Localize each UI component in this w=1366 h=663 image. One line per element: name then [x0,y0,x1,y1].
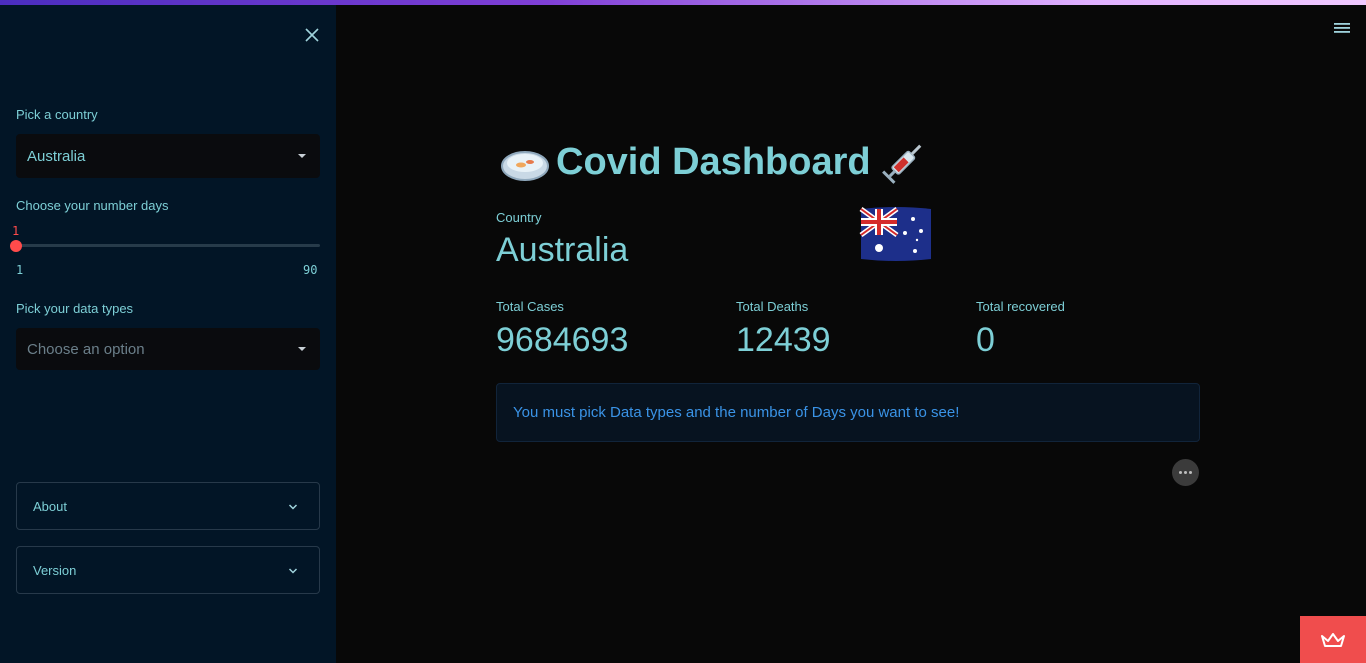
chevron-down-icon [288,568,298,574]
country-select-label: Pick a country [16,107,98,122]
datatypes-select-label: Pick your data types [16,301,134,316]
caret-down-icon [298,347,306,351]
chevron-down-icon [288,504,298,510]
caret-down-icon [298,154,306,158]
close-icon [305,28,319,42]
streamlit-badge-button[interactable] [1300,616,1366,663]
total-cases-label: Total Cases [496,299,564,314]
version-expander-label: Version [33,562,77,578]
dot-icon [1189,471,1192,474]
days-slider-min: 1 [16,263,24,277]
dot-icon [1184,471,1187,474]
datatypes-placeholder: Choose an option [27,340,145,358]
page-title: Covid Dashboard [496,138,931,186]
dot-icon [1179,471,1182,474]
sidebar: Pick a country Australia Choose your num… [0,5,336,663]
days-slider-value: 1 [12,224,20,238]
country-select-value: Australia [27,147,86,165]
days-slider-thumb[interactable] [10,240,22,252]
close-sidebar-button[interactable] [302,25,322,45]
days-slider-track[interactable] [16,244,320,247]
total-deaths-label: Total Deaths [736,299,809,314]
total-deaths-value: 12439 [736,321,831,359]
syringe-icon [881,144,921,184]
australia-flag-icon [859,206,931,261]
info-alert: You must pick Data types and the number … [496,383,1200,442]
about-expander[interactable]: About [16,482,320,530]
more-options-button[interactable] [1172,459,1199,486]
total-recovered-value: 0 [976,321,995,359]
page-title-text: Covid Dashboard [556,140,871,183]
total-recovered-label: Total recovered [976,299,1065,314]
days-slider-label: Choose your number days [16,198,169,213]
about-expander-label: About [33,498,67,514]
version-expander[interactable]: Version [16,546,320,594]
crown-icon [1321,632,1345,647]
main-menu-button[interactable] [1334,21,1350,35]
datatypes-multiselect[interactable]: Choose an option [16,328,320,370]
hamburger-menu-icon [1334,23,1350,33]
info-alert-text: You must pick Data types and the number … [513,404,960,421]
days-slider-max: 90 [303,263,318,277]
petri-dish-icon [501,151,549,181]
country-select[interactable]: Australia [16,134,320,178]
country-metric-value: Australia [496,231,629,269]
total-cases-value: 9684693 [496,321,629,359]
country-metric-label: Country [496,210,542,225]
